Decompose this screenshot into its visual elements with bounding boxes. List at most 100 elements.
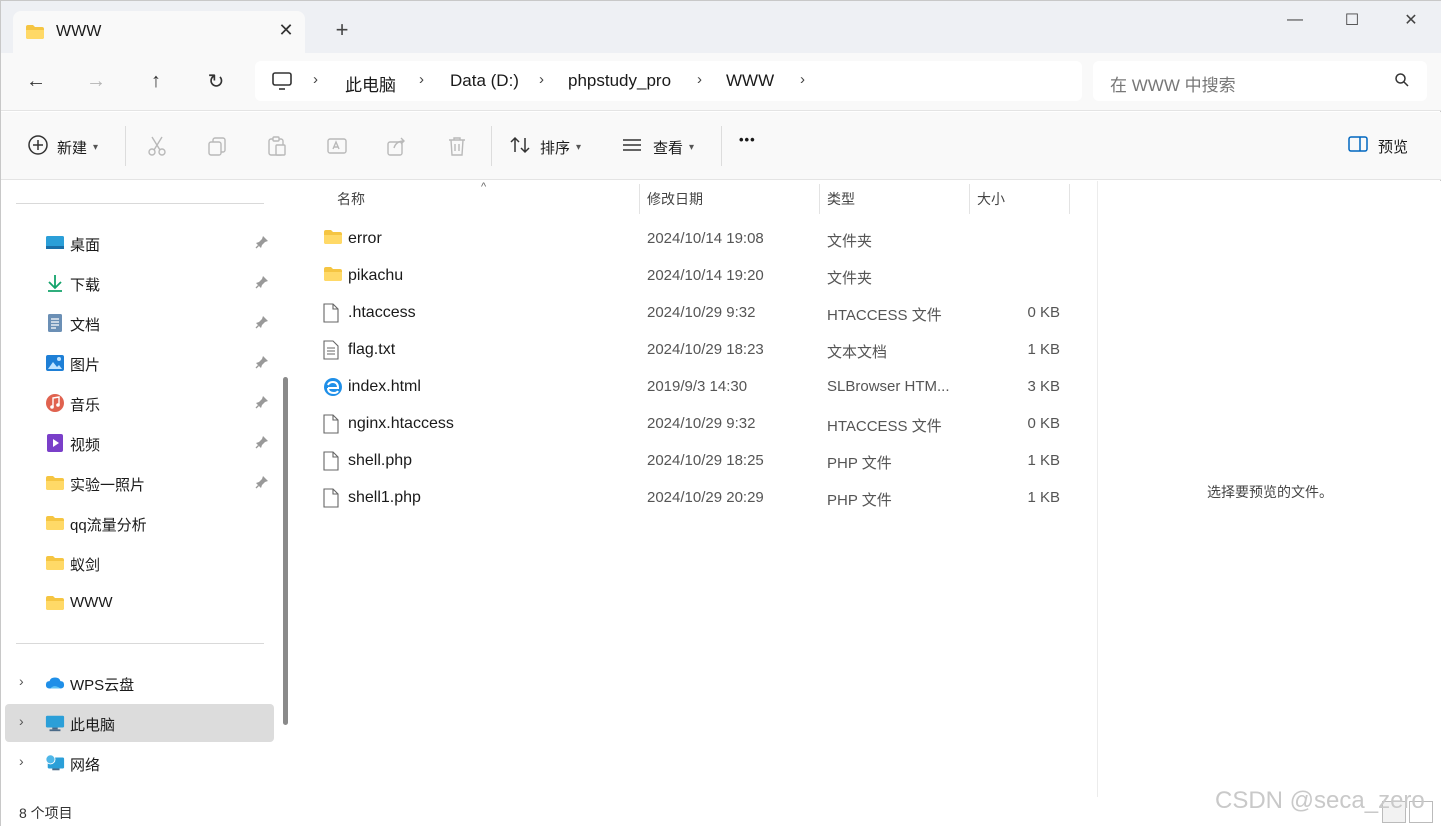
maximize-button[interactable]: ☐ xyxy=(1332,9,1372,31)
sidebar-item-www[interactable]: WWW xyxy=(5,584,274,622)
sidebar-item-label: 音乐 xyxy=(70,397,101,414)
file-type: 文件夹 xyxy=(827,233,873,250)
chevron-down-icon: ▾ xyxy=(93,141,99,153)
delete-icon[interactable] xyxy=(445,134,469,158)
folder-icon xyxy=(45,593,65,613)
breadcrumb-chevron-icon[interactable]: › xyxy=(539,71,544,88)
sidebar-item-experiment-photos[interactable]: 实验一照片 xyxy=(5,464,274,502)
sort-label: 排序 xyxy=(540,139,571,157)
column-header-type[interactable]: 类型 xyxy=(827,189,855,209)
rename-icon[interactable] xyxy=(325,134,349,158)
sort-icon xyxy=(509,134,531,160)
paste-icon[interactable] xyxy=(265,134,289,158)
sidebar-item-videos[interactable]: 视频 xyxy=(5,424,274,462)
column-header-modified[interactable]: 修改日期 xyxy=(647,189,703,209)
preview-pane-icon xyxy=(1347,134,1369,158)
close-window-button[interactable]: ✕ xyxy=(1391,9,1431,31)
file-row[interactable]: nginx.htaccess 2024/10/29 9:32 HTACCESS … xyxy=(315,406,1075,443)
cut-icon[interactable] xyxy=(145,134,169,158)
search-icon[interactable] xyxy=(1394,72,1410,93)
file-row[interactable]: flag.txt 2024/10/29 18:23 文本文档 1 KB xyxy=(315,332,1075,369)
file-row[interactable]: shell1.php 2024/10/29 20:29 PHP 文件 1 KB xyxy=(315,480,1075,517)
breadcrumb-data-drive[interactable]: Data (D:) xyxy=(450,71,519,91)
file-icon xyxy=(323,451,343,471)
view-list-icon xyxy=(621,134,643,160)
folder-icon xyxy=(45,473,65,493)
new-tab-button[interactable]: + xyxy=(329,17,355,43)
file-row[interactable]: pikachu 2024/10/14 19:20 文件夹 xyxy=(315,258,1075,295)
search-input[interactable]: 在 WWW 中搜索 xyxy=(1093,61,1427,101)
column-divider[interactable] xyxy=(639,184,640,214)
sidebar-item-label: WWW xyxy=(70,594,113,611)
preview-pane-button[interactable]: 预览 xyxy=(1347,134,1408,158)
tab-close-icon[interactable]: ✕ xyxy=(275,19,297,41)
address-bar[interactable]: › 此电脑 › Data (D:) › phpstudy_pro › WWW › xyxy=(255,61,1082,101)
sidebar-item-this-pc[interactable]: › 此电脑 xyxy=(5,704,274,742)
file-row[interactable]: shell.php 2024/10/29 18:25 PHP 文件 1 KB xyxy=(315,443,1075,480)
view-button[interactable]: 查看 ▾ xyxy=(621,134,694,160)
folder-icon xyxy=(25,24,45,45)
column-divider[interactable] xyxy=(969,184,970,214)
up-button[interactable]: ↑ xyxy=(138,65,174,97)
file-size: 3 KB xyxy=(1027,378,1060,395)
preview-pane: 选择要预览的文件。 xyxy=(1097,181,1441,797)
sidebar-item-label: 文档 xyxy=(70,317,101,334)
file-name: error xyxy=(348,230,382,247)
sidebar-item-documents[interactable]: 文档 xyxy=(5,304,274,342)
file-row[interactable]: error 2024/10/14 19:08 文件夹 xyxy=(315,221,1075,258)
browser-file-icon xyxy=(323,377,343,397)
sidebar-scrollbar[interactable] xyxy=(283,377,288,725)
back-button[interactable]: ← xyxy=(18,65,54,97)
breadcrumb-chevron-icon[interactable]: › xyxy=(697,71,702,88)
sort-button[interactable]: 排序 ▾ xyxy=(509,134,581,160)
desktop-icon xyxy=(45,233,65,253)
breadcrumb-chevron-icon[interactable]: › xyxy=(313,71,318,88)
folder-icon xyxy=(323,266,343,286)
sidebar-item-desktop[interactable]: 桌面 xyxy=(5,224,274,262)
sidebar-item-antsword[interactable]: 蚁剑 xyxy=(5,544,274,582)
refresh-button[interactable]: ↻ xyxy=(198,65,234,97)
file-date: 2024/10/29 9:32 xyxy=(647,304,756,321)
preview-message: 选择要预览的文件。 xyxy=(1207,484,1333,500)
breadcrumb-chevron-icon[interactable]: › xyxy=(419,71,424,88)
breadcrumb-chevron-icon[interactable]: › xyxy=(800,71,805,88)
pin-icon[interactable] xyxy=(255,355,269,373)
tab-www[interactable]: WWW ✕ xyxy=(13,11,305,53)
folder-icon xyxy=(323,229,343,249)
pin-icon[interactable] xyxy=(255,235,269,253)
more-options-button[interactable]: ••• xyxy=(739,132,756,147)
sidebar-item-wps-cloud[interactable]: › WPS云盘 xyxy=(5,664,274,702)
file-type: HTACCESS 文件 xyxy=(827,307,942,324)
file-date: 2019/9/3 14:30 xyxy=(647,378,748,395)
computer-icon xyxy=(271,71,293,96)
file-row[interactable]: index.html 2019/9/3 14:30 SLBrowser HTM.… xyxy=(315,369,1075,406)
column-header-size[interactable]: 大小 xyxy=(977,189,1005,209)
chevron-right-icon[interactable]: › xyxy=(19,673,24,689)
file-type: 文件夹 xyxy=(827,270,873,287)
column-divider[interactable] xyxy=(819,184,820,214)
sidebar-item-network[interactable]: › 网络 xyxy=(5,744,274,782)
chevron-right-icon[interactable]: › xyxy=(19,713,24,729)
forward-button[interactable]: → xyxy=(78,65,114,97)
sidebar-item-pictures[interactable]: 图片 xyxy=(5,344,274,382)
file-row[interactable]: .htaccess 2024/10/29 9:32 HTACCESS 文件 0 … xyxy=(315,295,1075,332)
pin-icon[interactable] xyxy=(255,395,269,413)
new-button[interactable]: 新建 ▾ xyxy=(27,134,98,160)
sidebar-item-music[interactable]: 音乐 xyxy=(5,384,274,422)
breadcrumb-this-pc[interactable]: 此电脑 xyxy=(345,71,396,96)
column-divider[interactable] xyxy=(1069,184,1070,214)
chevron-right-icon[interactable]: › xyxy=(19,753,24,769)
sidebar-item-downloads[interactable]: 下载 xyxy=(5,264,274,302)
column-header-name[interactable]: 名称 xyxy=(337,189,365,209)
sidebar-item-label: 下载 xyxy=(70,277,101,294)
share-icon[interactable] xyxy=(385,134,409,158)
minimize-button[interactable]: — xyxy=(1275,9,1315,31)
pin-icon[interactable] xyxy=(255,475,269,493)
sidebar-item-qq-traffic[interactable]: qq流量分析 xyxy=(5,504,274,542)
copy-icon[interactable] xyxy=(205,134,229,158)
breadcrumb-phpstudy[interactable]: phpstudy_pro xyxy=(568,71,671,91)
pin-icon[interactable] xyxy=(255,435,269,453)
breadcrumb-www[interactable]: WWW xyxy=(726,71,774,91)
pin-icon[interactable] xyxy=(255,315,269,333)
pin-icon[interactable] xyxy=(255,275,269,293)
